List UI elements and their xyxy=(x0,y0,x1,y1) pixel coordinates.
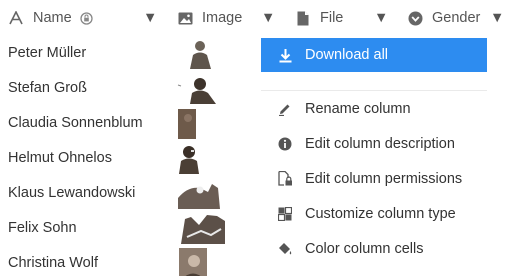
menu-item-edit-description[interactable]: Edit column description xyxy=(261,126,487,161)
column-header-bar: Name ▼ Image ▼ File ▼ Gender ▼ xyxy=(0,0,513,36)
menu-item-label: Color column cells xyxy=(305,240,424,257)
file-icon xyxy=(295,10,311,26)
pencil-icon xyxy=(277,101,293,117)
column-header-label: Image xyxy=(202,10,243,26)
cell-name: Felix Sohn xyxy=(8,220,77,236)
person-photo-thumbnail[interactable] xyxy=(181,213,225,244)
chevron-down-icon[interactable]: ▼ xyxy=(374,0,388,36)
column-header-label: File xyxy=(320,10,344,26)
column-header-label: Name xyxy=(33,10,72,26)
column-header-label: Gender xyxy=(432,10,481,26)
paint-bucket-icon xyxy=(277,241,293,257)
download-all-button[interactable]: Download all xyxy=(261,38,487,72)
person-photo-thumbnail[interactable] xyxy=(178,178,220,209)
column-header-image[interactable]: Image xyxy=(177,0,242,36)
column-header-gender[interactable]: Gender xyxy=(407,0,480,36)
cell-name: Klaus Lewandowski xyxy=(8,185,136,201)
cell-name: Helmut Ohnelos xyxy=(8,150,112,166)
chevron-down-icon[interactable]: ▼ xyxy=(261,0,275,36)
menu-item-rename-column[interactable]: Rename column xyxy=(261,91,487,126)
menu-item-label: Rename column xyxy=(305,100,411,117)
person-photo-thumbnail[interactable] xyxy=(178,143,200,174)
image-icon xyxy=(177,10,193,26)
menu-item-customize-type[interactable]: Customize column type xyxy=(261,196,487,231)
text-icon xyxy=(8,10,24,26)
person-photo-thumbnail[interactable] xyxy=(176,73,220,104)
menu-item-label: Edit column description xyxy=(305,135,455,152)
lock-file-icon xyxy=(277,171,293,187)
column-header-name[interactable]: Name xyxy=(8,0,93,36)
menu-item-label: Edit column permissions xyxy=(305,170,463,187)
menu-item-color-cells[interactable]: Color column cells xyxy=(261,231,487,266)
column-header-file[interactable]: File xyxy=(295,0,343,36)
lock-icon xyxy=(80,11,93,25)
person-photo-thumbnail[interactable] xyxy=(187,38,213,69)
person-photo-thumbnail[interactable] xyxy=(179,248,207,276)
download-icon xyxy=(277,47,293,63)
cell-name: Claudia Sonnenblum xyxy=(8,115,143,131)
cell-name: Christina Wolf xyxy=(8,255,98,271)
person-photo-thumbnail[interactable] xyxy=(178,108,196,139)
menu-item-label: Download all xyxy=(305,47,389,63)
cell-name: Stefan Groß xyxy=(8,80,87,96)
menu-item-edit-permissions[interactable]: Edit column permissions xyxy=(261,161,487,196)
chevron-down-icon[interactable]: ▼ xyxy=(490,0,504,36)
single-select-icon xyxy=(407,10,423,26)
cell-name: Peter Müller xyxy=(8,45,87,61)
column-context-menu: Download all Rename column Edit column d… xyxy=(261,38,513,276)
menu-item-label: Customize column type xyxy=(305,205,456,222)
chevron-down-icon[interactable]: ▼ xyxy=(143,0,157,36)
customize-icon xyxy=(277,206,293,222)
info-icon xyxy=(277,136,293,152)
